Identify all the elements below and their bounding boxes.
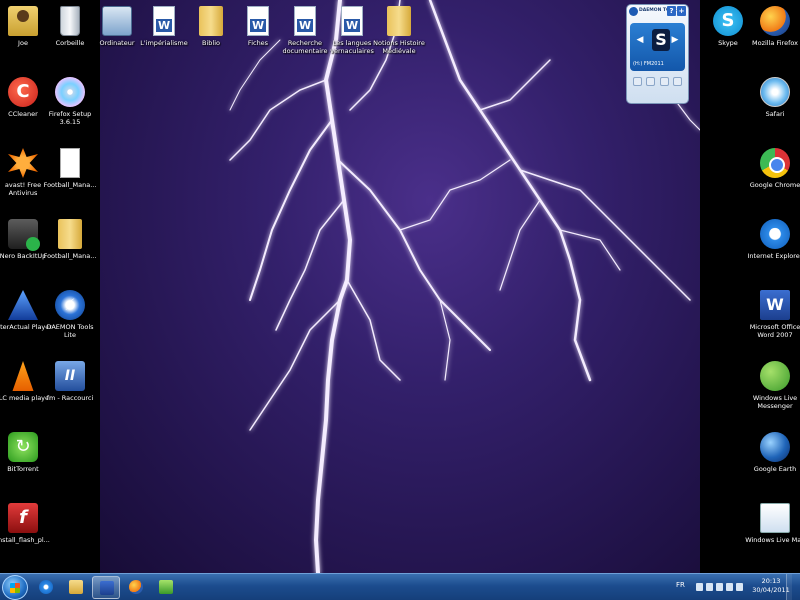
daemon-tools-gadget: DAEMON TOOLS ? + ◀ S ▶ (H:) FM2011	[626, 4, 689, 104]
show-desktop-button[interactable]	[786, 574, 792, 600]
icon-internet-explorer[interactable]: Internet Explorer	[745, 219, 800, 260]
football-manager-icon	[55, 361, 85, 391]
word-document-icon	[247, 6, 269, 36]
unmount-all-icon[interactable]	[672, 77, 682, 86]
taskbar-ie[interactable]	[32, 576, 60, 599]
taskbar: FR 20:13 30/04/2011	[0, 573, 800, 600]
icon-bittorrent[interactable]: BitTorrent	[0, 432, 53, 473]
icon-google-chrome[interactable]: Google Chrome	[745, 148, 800, 189]
daemon-logo-icon	[629, 7, 638, 16]
taskbar-explorer[interactable]	[62, 576, 90, 599]
icon-live-messenger[interactable]: Windows Live Messenger	[745, 361, 800, 410]
word-document-icon	[294, 6, 316, 36]
desktop-wallpaper	[100, 0, 700, 573]
clock[interactable]: 20:13 30/04/2011	[752, 577, 790, 595]
interactual-icon	[8, 290, 38, 320]
folder-icon	[387, 6, 411, 36]
icon-live-mail[interactable]: Windows Live Mail	[745, 503, 800, 544]
add-drive-icon[interactable]	[646, 77, 656, 86]
folder-icon	[199, 6, 223, 36]
football-manager-icon	[159, 580, 173, 594]
google-earth-globe-icon	[760, 432, 790, 462]
ccleaner-icon	[8, 77, 38, 107]
word-document-icon	[153, 6, 175, 36]
mounted-drive-label: (H:) FM2011	[633, 61, 664, 67]
icon-firefox-setup[interactable]: Firefox Setup 3.6.15	[40, 77, 100, 126]
system-tray: FR 20:13 30/04/2011	[672, 574, 792, 600]
installer-cd-icon	[55, 77, 85, 107]
virtual-disc-icon[interactable]: S	[652, 29, 670, 51]
mount-image-icon[interactable]	[633, 77, 643, 86]
icon-fm-shortcut[interactable]: fm - Raccourci	[40, 361, 100, 402]
flash-installer-icon	[8, 503, 38, 533]
start-button[interactable]	[2, 575, 28, 600]
icon-safari[interactable]: Safari	[745, 77, 800, 118]
nero-icon	[8, 219, 40, 251]
gadget-options-button[interactable]: +	[677, 6, 686, 16]
mail-envelope-icon	[760, 503, 790, 533]
gadget-drive-panel: ◀ S ▶ (H:) FM2011	[630, 23, 685, 71]
taskbar-fm[interactable]	[152, 576, 180, 599]
show-hidden-icons-icon[interactable]	[696, 583, 703, 591]
internet-explorer-icon	[39, 580, 53, 594]
firefox-icon	[129, 580, 143, 594]
action-center-flag-icon[interactable]	[706, 583, 713, 591]
recycle-bin-icon	[60, 6, 80, 36]
icon-football-manager-1[interactable]: Football_Mana...	[40, 148, 100, 189]
folder-icon	[69, 580, 83, 594]
firefox-icon	[760, 6, 790, 36]
word-icon	[760, 290, 790, 320]
icon-google-earth[interactable]: Google Earth	[745, 432, 800, 473]
power-icon[interactable]	[736, 583, 743, 591]
word-document-icon	[341, 6, 363, 36]
volume-icon[interactable]	[726, 583, 733, 591]
folder-icon	[58, 219, 82, 249]
gadget-header: DAEMON TOOLS ? +	[627, 5, 688, 21]
chrome-icon	[760, 148, 790, 178]
messenger-buddies-icon	[760, 361, 790, 391]
daemon-tools-icon	[55, 290, 85, 320]
avast-icon	[8, 148, 38, 178]
icon-word-2007[interactable]: Microsoft Office Word 2007	[745, 290, 800, 339]
skype-icon	[713, 6, 743, 36]
clock-date: 30/04/2011	[752, 586, 790, 594]
user-folder-icon	[8, 6, 38, 36]
gadget-toolbar	[627, 73, 688, 86]
clock-time: 20:13	[761, 577, 781, 585]
icon-folder-notions[interactable]: Notions Histoire Médiévale	[369, 6, 429, 55]
language-indicator[interactable]: FR	[676, 581, 685, 589]
icon-install-flash[interactable]: install_flash_pl...	[0, 503, 53, 544]
safari-compass-icon	[760, 77, 790, 107]
vlc-cone-icon	[12, 361, 34, 391]
previous-drive-button[interactable]: ◀	[635, 33, 645, 47]
icon-daemon-tools[interactable]: DAEMON Tools Lite	[40, 290, 100, 339]
bittorrent-icon	[8, 432, 38, 462]
next-drive-button[interactable]: ▶	[670, 33, 680, 47]
computer-icon	[102, 6, 132, 36]
internet-explorer-icon	[760, 219, 790, 249]
eject-icon[interactable]	[659, 77, 669, 86]
network-icon[interactable]	[716, 583, 723, 591]
taskbar-word[interactable]	[92, 576, 120, 599]
gadget-help-button[interactable]: ?	[667, 6, 676, 16]
file-icon	[60, 148, 80, 178]
icon-football-manager-2[interactable]: Football_Mana...	[40, 219, 100, 260]
lightning-image	[229, 0, 700, 573]
word-icon	[100, 581, 114, 595]
icon-mozilla-firefox[interactable]: Mozilla Firefox	[745, 6, 800, 47]
taskbar-firefox[interactable]	[122, 576, 150, 599]
